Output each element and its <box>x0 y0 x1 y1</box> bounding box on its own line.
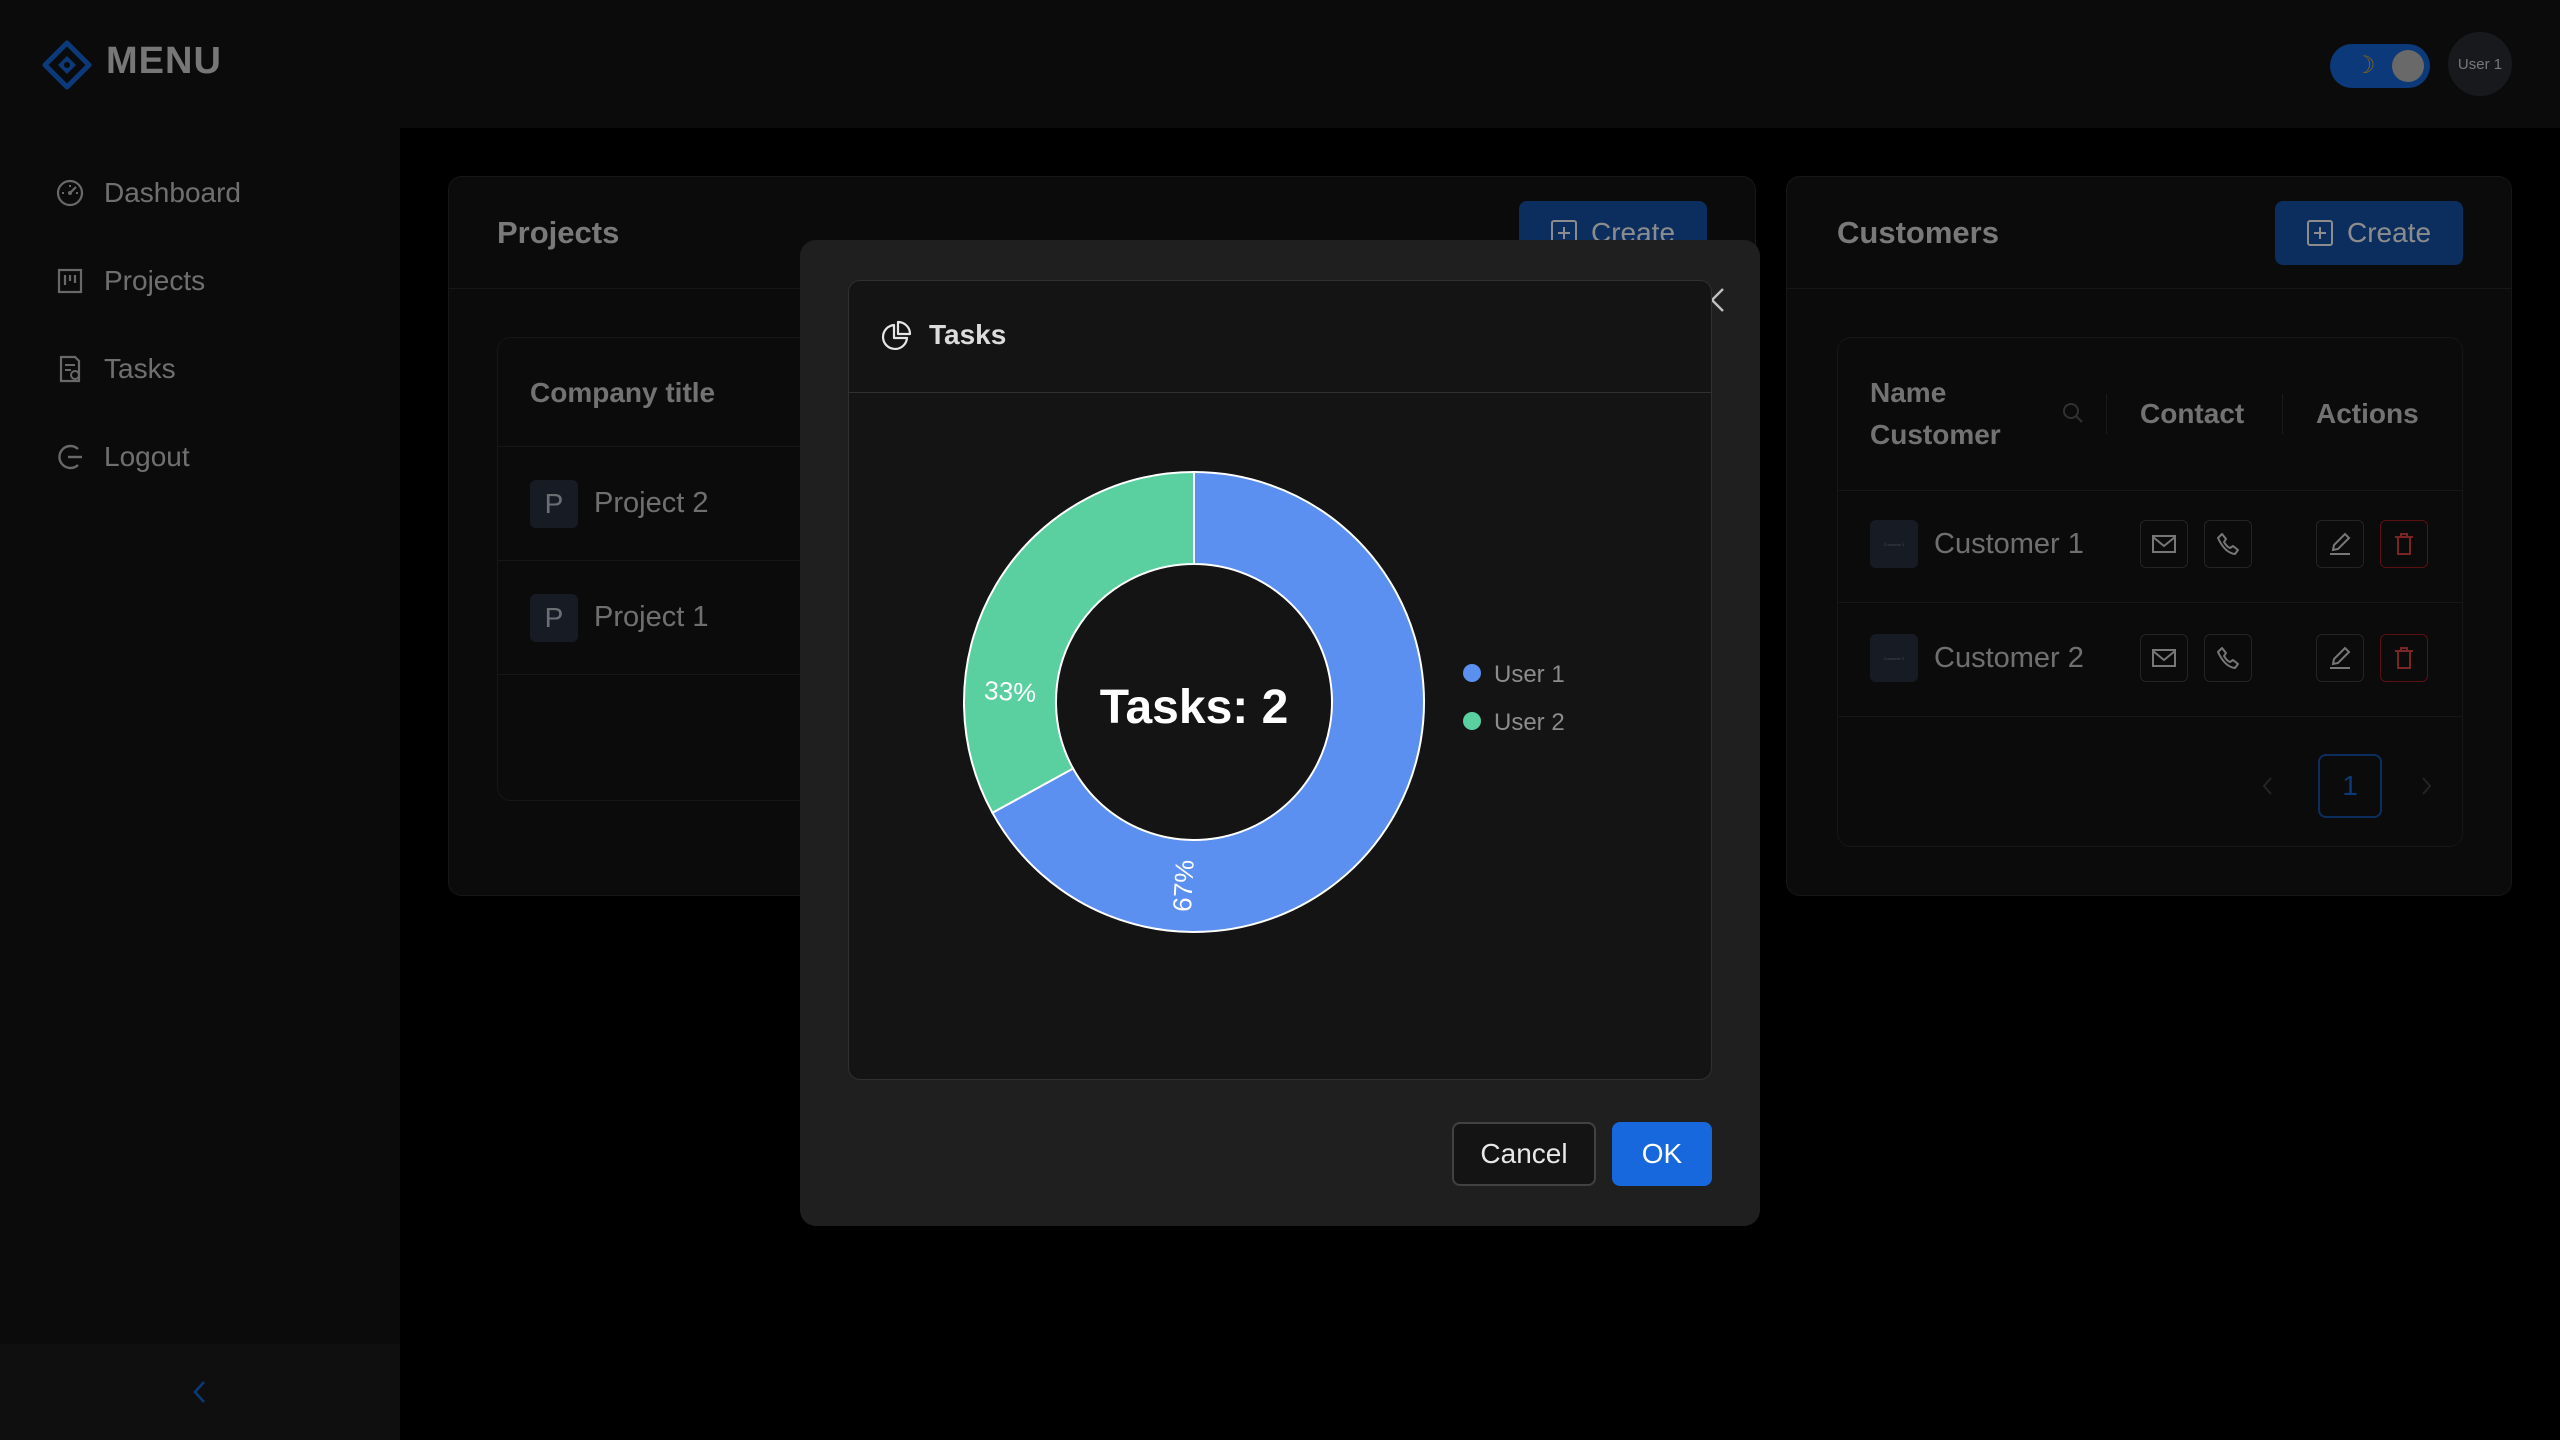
tasks-chart-card: Tasks 67% 33% Tasks: 2 User 1 User 2 <box>848 280 1712 1080</box>
legend-label[interactable]: User 2 <box>1494 709 1565 736</box>
tasks-donut-chart: 67% 33% Tasks: 2 User 1 User 2 <box>963 470 1565 933</box>
slice-percent-label: 67% <box>1167 859 1200 913</box>
legend-marker[interactable] <box>1463 712 1481 730</box>
cancel-button[interactable]: Cancel <box>1452 1122 1596 1186</box>
tasks-modal: Tasks 67% 33% Tasks: 2 User 1 User 2 Cance… <box>800 240 1760 1226</box>
legend-marker[interactable] <box>1463 664 1481 682</box>
donut-slice[interactable] <box>963 470 1195 815</box>
modal-title: Tasks <box>929 319 1007 350</box>
chart-center-label: Tasks: 2 <box>1100 681 1289 734</box>
ok-button[interactable]: OK <box>1612 1122 1712 1186</box>
legend-label[interactable]: User 1 <box>1494 661 1565 688</box>
slice-percent-label: 33% <box>983 675 1037 708</box>
pie-chart-icon <box>881 320 912 351</box>
